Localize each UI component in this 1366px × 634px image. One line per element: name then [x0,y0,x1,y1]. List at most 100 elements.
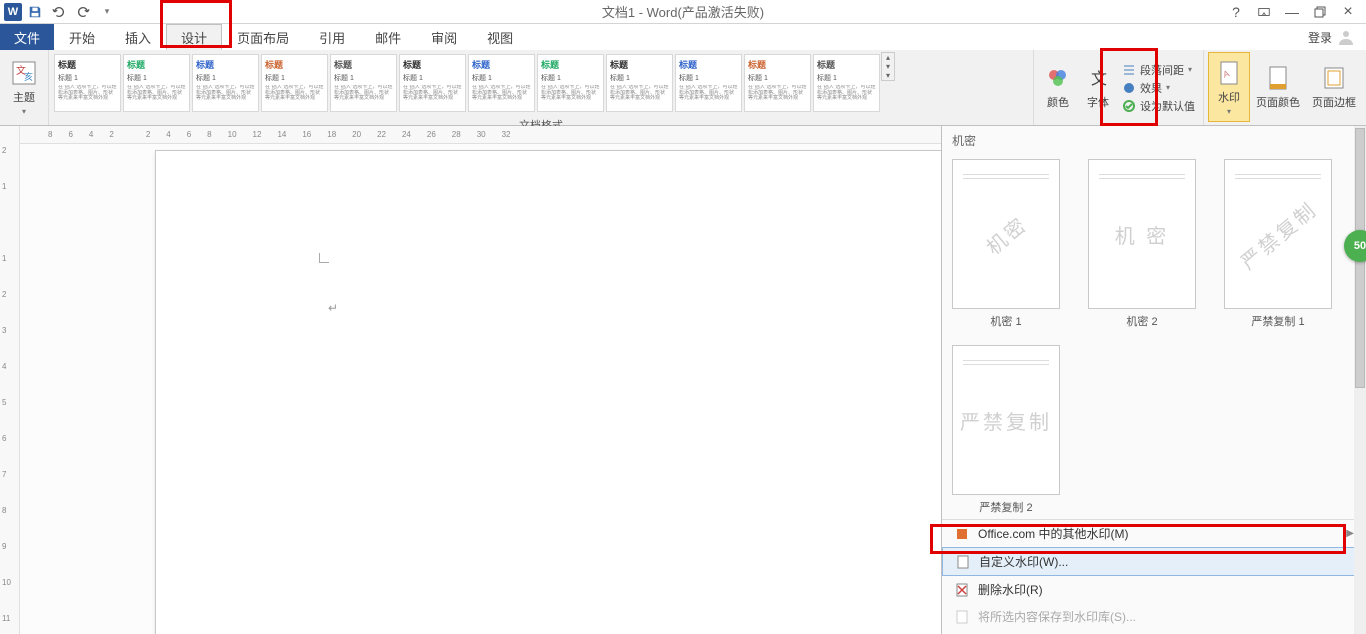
themes-label: 主题 [13,89,35,105]
fonts-label: 字体 [1087,94,1109,110]
page-border-button[interactable]: 页面边框 [1306,52,1362,122]
document-formatting-group: 标题标题 1在"插入"选项卡上，可以轻松添加表格、图片、形状等元素来丰富文档外观… [49,50,1034,125]
paragraph-spacing-button[interactable]: 段落间距▾ [1118,61,1199,79]
page-color-button[interactable]: 页面颜色 [1250,52,1306,122]
restore-icon [1314,6,1326,18]
custom-watermark-item[interactable]: 自定义水印(W)... [942,547,1366,576]
style-gallery-item[interactable]: 标题标题 1在"插入"选项卡上，可以轻松添加表格、图片、形状等元素来丰富文档外观 [606,54,673,112]
undo-icon [52,5,66,19]
svg-text:亥: 亥 [24,71,33,82]
minimize-button[interactable]: — [1282,2,1302,22]
watermark-panel-scrollbar[interactable] [1354,126,1366,634]
colors-icon [1044,64,1072,92]
tab-page-layout[interactable]: 页面布局 [222,24,304,50]
gallery-scroll-more[interactable]: ▾ [882,71,894,80]
watermark-gallery-item[interactable]: 机 密机密 2 [1088,159,1196,329]
office-icon [954,526,970,542]
save-gallery-icon [954,609,970,625]
watermark-gallery: 机密机密 1 机 密机密 2 严禁复制严禁复制 1 严禁复制严禁复制 2 [942,155,1366,519]
watermark-icon: A [1215,59,1243,87]
watermark-label: 水印 [1218,89,1240,105]
help-button[interactable]: ? [1226,2,1246,22]
office-more-label: Office.com 中的其他水印(M) [978,525,1128,542]
tab-mail[interactable]: 邮件 [360,24,416,50]
style-gallery[interactable]: 标题标题 1在"插入"选项卡上，可以轻松添加表格、图片、形状等元素来丰富文档外观… [53,52,881,116]
tab-references[interactable]: 引用 [304,24,360,50]
custom-watermark-label: 自定义水印(W)... [979,553,1068,570]
redo-icon [76,5,90,19]
effects-button[interactable]: 效果▾ [1118,79,1199,97]
ribbon-display-button[interactable] [1254,2,1274,22]
page-color-icon [1264,64,1292,92]
set-default-icon [1122,99,1136,113]
style-gallery-item[interactable]: 标题标题 1在"插入"选项卡上，可以轻松添加表格、图片、形状等元素来丰富文档外观 [468,54,535,112]
document-page[interactable]: ↵ [155,150,945,634]
tab-view[interactable]: 视图 [472,24,528,50]
paragraph-spacing-icon [1122,63,1136,77]
quick-access-toolbar: W ▾ [0,1,118,23]
title-bar: W ▾ 文档1 - Word(产品激活失败) ? — × [0,0,1366,24]
undo-button[interactable] [48,1,70,23]
colors-button[interactable]: 颜色 [1038,52,1078,122]
style-gallery-item[interactable]: 标题标题 1在"插入"选项卡上，可以轻松添加表格、图片、形状等元素来丰富文档外观 [744,54,811,112]
watermark-button[interactable]: A 水印 ▾ [1208,52,1250,122]
formatting-group: 颜色 文 字体 段落间距▾ 效果▾ 设为默认值 [1034,50,1204,125]
watermark-gallery-item[interactable]: 严禁复制严禁复制 1 [1224,159,1332,329]
themes-icon: 文亥 [10,59,38,87]
margin-corner-mark [319,253,329,263]
gallery-scroll-up[interactable]: ▴ [882,53,894,62]
set-default-button[interactable]: 设为默认值 [1118,97,1199,115]
style-gallery-item[interactable]: 标题标题 1在"插入"选项卡上，可以轻松添加表格、图片、形状等元素来丰富文档外观 [261,54,328,112]
close-button[interactable]: × [1338,2,1358,22]
fonts-button[interactable]: 文 字体 [1078,52,1118,122]
style-gallery-item[interactable]: 标题标题 1在"插入"选项卡上，可以轻松添加表格、图片、形状等元素来丰富文档外观 [123,54,190,112]
gallery-scroll-down[interactable]: ▾ [882,62,894,71]
gallery-scroll[interactable]: ▴ ▾ ▾ [881,52,895,81]
custom-watermark-icon [955,554,971,570]
tab-home[interactable]: 开始 [54,24,110,50]
qat-customize-button[interactable]: ▾ [96,1,118,23]
save-gallery-label: 将所选内容保存到水印库(S)... [978,608,1136,625]
page-background-group: A 水印 ▾ 页面颜色 页面边框 [1204,50,1366,125]
effects-icon [1122,81,1136,95]
style-gallery-item[interactable]: 标题标题 1在"插入"选项卡上，可以轻松添加表格、图片、形状等元素来丰富文档外观 [330,54,397,112]
tab-review[interactable]: 审阅 [416,24,472,50]
save-icon [28,5,42,19]
page-border-label: 页面边框 [1312,94,1356,110]
file-tab[interactable]: 文件 [0,24,54,50]
effects-label: 效果 [1140,80,1162,96]
restore-button[interactable] [1310,2,1330,22]
style-gallery-item[interactable]: 标题标题 1在"插入"选项卡上，可以轻松添加表格、图片、形状等元素来丰富文档外观 [537,54,604,112]
user-icon [1336,27,1356,47]
save-to-gallery-item[interactable]: 将所选内容保存到水印库(S)... [942,603,1366,630]
style-gallery-item[interactable]: 标题标题 1在"插入"选项卡上，可以轻松添加表格、图片、形状等元素来丰富文档外观 [192,54,259,112]
ribbon: 文亥 主题 ▾ 标题标题 1在"插入"选项卡上，可以轻松添加表格、图片、形状等元… [0,50,1366,126]
svg-text:文: 文 [1091,70,1107,88]
window-controls: ? — × [1226,2,1366,22]
tab-insert[interactable]: 插入 [110,24,166,50]
word-app-icon: W [4,3,22,21]
submenu-arrow-icon: ▶ [1346,528,1354,539]
redo-button[interactable] [72,1,94,23]
paragraph-mark: ↵ [328,301,338,315]
style-gallery-item[interactable]: 标题标题 1在"插入"选项卡上，可以轻松添加表格、图片、形状等元素来丰富文档外观 [813,54,880,112]
tab-design[interactable]: 设计 [166,24,222,50]
ribbon-options-icon [1257,5,1271,19]
watermark-gallery-item[interactable]: 机密机密 1 [952,159,1060,329]
style-gallery-item[interactable]: 标题标题 1在"插入"选项卡上，可以轻松添加表格、图片、形状等元素来丰富文档外观 [675,54,742,112]
remove-watermark-item[interactable]: 删除水印(R) [942,576,1366,603]
themes-group: 文亥 主题 ▾ [0,50,49,125]
page-color-label: 页面颜色 [1256,94,1300,110]
style-gallery-item[interactable]: 标题标题 1在"插入"选项卡上，可以轻松添加表格、图片、形状等元素来丰富文档外观 [399,54,466,112]
sign-in-link[interactable]: 登录 [1308,24,1366,50]
set-default-label: 设为默认值 [1140,98,1195,114]
style-gallery-item[interactable]: 标题标题 1在"插入"选项卡上，可以轻松添加表格、图片、形状等元素来丰富文档外观 [54,54,121,112]
remove-watermark-icon [954,582,970,598]
themes-button[interactable]: 文亥 主题 ▾ [4,52,44,122]
sign-in-label: 登录 [1308,29,1332,46]
watermark-menu: Office.com 中的其他水印(M) ▶ 自定义水印(W)... 删除水印(… [942,519,1366,630]
watermark-gallery-item[interactable]: 严禁复制严禁复制 2 [952,345,1060,515]
office-more-watermarks-item[interactable]: Office.com 中的其他水印(M) ▶ [942,520,1366,547]
save-button[interactable] [24,1,46,23]
window-title: 文档1 - Word(产品激活失败) [602,2,764,21]
